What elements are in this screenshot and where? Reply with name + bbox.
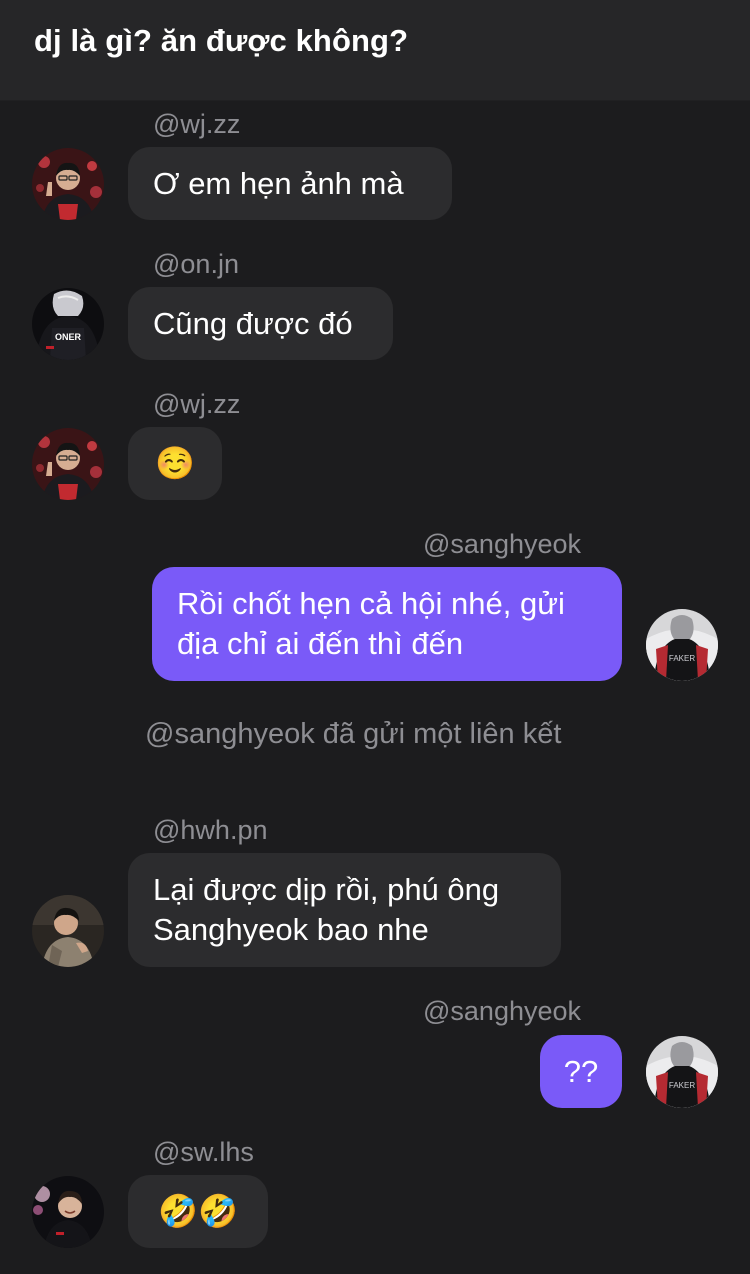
avatar[interactable]: ONER: [32, 288, 104, 360]
message-bubble[interactable]: Lại được dịp rồi, phú ông Sanghyeok bao …: [128, 853, 561, 967]
system-message: @sanghyeok đã gửi một liên kết: [145, 718, 562, 750]
message-bubble[interactable]: ??: [540, 1035, 622, 1108]
message-emoji: ☺️: [155, 445, 195, 481]
message-text-line: Lại được dịp rồi, phú ông: [153, 872, 500, 907]
message-bubble[interactable]: Ơ em hẹn ảnh mà: [128, 147, 452, 220]
message-text-line: Rồi chốt hẹn cả hội nhé, gửi: [177, 586, 565, 621]
jacket-label: FAKER: [669, 1081, 695, 1090]
message-text: ??: [563, 1054, 599, 1089]
chat-header: dj là gì? ăn được không?: [0, 0, 750, 101]
message-text: Cũng được đó: [153, 306, 353, 341]
avatar[interactable]: [32, 895, 104, 967]
message-text-line: địa chỉ ai đến thì đến: [177, 626, 464, 661]
avatar[interactable]: FAKER: [646, 1036, 718, 1108]
message-username[interactable]: @sanghyeok: [423, 995, 581, 1027]
avatar[interactable]: FAKER: [646, 609, 718, 681]
avatar[interactable]: [32, 428, 104, 500]
message-bubble[interactable]: Rồi chốt hẹn cả hội nhé, gửi địa chỉ ai …: [152, 567, 622, 681]
message-username[interactable]: @wj.zz: [153, 108, 240, 140]
message-text: Ơ em hẹn ảnh mà: [153, 166, 404, 201]
message-username[interactable]: @sw.lhs: [153, 1136, 254, 1168]
message-bubble[interactable]: ☺️: [128, 427, 222, 500]
message-username[interactable]: @hwh.pn: [153, 814, 267, 846]
avatar[interactable]: [32, 148, 104, 220]
message-username[interactable]: @on.jn: [153, 248, 239, 280]
chat-title: dj là gì? ăn được không?: [34, 23, 409, 58]
message-username[interactable]: @wj.zz: [153, 388, 240, 420]
message-bubble[interactable]: Cũng được đó: [128, 287, 393, 360]
message-text-line: Sanghyeok bao nhe: [153, 912, 429, 947]
message-bubble[interactable]: 🤣🤣: [128, 1175, 268, 1248]
avatar[interactable]: [32, 1176, 104, 1248]
jacket-label: FAKER: [669, 654, 695, 663]
message-emoji: 🤣🤣: [158, 1193, 238, 1229]
message-username[interactable]: @sanghyeok: [423, 528, 581, 560]
jersey-label: ONER: [55, 332, 82, 342]
